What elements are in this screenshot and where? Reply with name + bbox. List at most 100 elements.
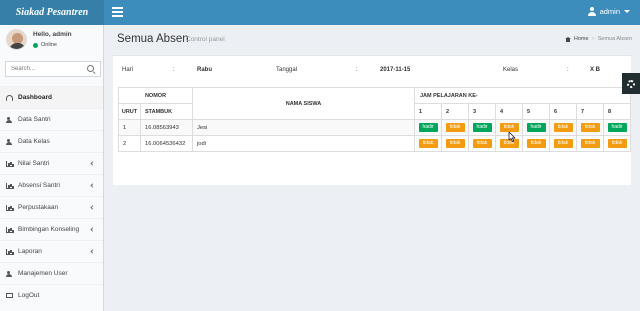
sidebar-item-data-kelas[interactable]: Data Kelas xyxy=(0,130,103,152)
sidebar-item-manajemen-user[interactable]: Manajemen User xyxy=(0,262,103,284)
jam-number-header: 5 xyxy=(522,103,550,120)
sidebar-item-bimbingan-konseling[interactable]: Bimbingan Konseling xyxy=(0,218,103,240)
status-cell: tidak xyxy=(549,135,577,152)
online-status-icon xyxy=(33,42,38,48)
status-cell: hadir xyxy=(468,119,496,136)
status-badge[interactable]: tidak xyxy=(418,139,438,148)
status-badge[interactable]: hadir xyxy=(526,123,546,132)
tanggal-value: 2017-11-15 xyxy=(380,67,411,73)
colon: : xyxy=(567,67,569,73)
jam-number-header: 2 xyxy=(441,103,469,120)
breadcrumb-separator: > xyxy=(591,36,595,42)
status-badge[interactable]: tidak xyxy=(580,123,600,132)
kelas-value: X B xyxy=(590,67,601,73)
status-label: Online xyxy=(41,42,57,48)
sidebar: Hello, admin Online Dashboard Data Santr… xyxy=(0,25,104,311)
sidebar-item-label: Dashboard xyxy=(18,94,52,101)
colon: : xyxy=(356,67,358,73)
nama-siswa-cell: jodi xyxy=(192,135,415,152)
sidebar-item-label: Nilai Santri xyxy=(18,160,50,167)
user-menu[interactable]: admin xyxy=(587,7,630,16)
urut-cell: 1 xyxy=(118,119,141,136)
stambuk-header: STAMBUK xyxy=(140,103,193,120)
nomor-header: NOMOR xyxy=(118,87,193,104)
status-cell: tidak xyxy=(441,135,469,152)
sidebar-item-label: Laporan xyxy=(18,248,42,255)
user-status: Online xyxy=(33,42,57,48)
user-icon xyxy=(587,7,596,16)
stambuk-cell: 16.08563943 xyxy=(140,119,193,136)
jam-number-header: 6 xyxy=(549,103,577,120)
absen-table: NOMOR NAMA SISWA JAM PELAJARAN KE- URUT … xyxy=(118,87,631,152)
status-badge[interactable]: tidak xyxy=(472,139,492,148)
user-name: Hello, admin xyxy=(33,31,72,38)
status-badge[interactable]: hadir xyxy=(418,123,438,132)
chevron-left-icon xyxy=(90,205,95,210)
sidebar-menu: Dashboard Data Santri Data Kelas Nilai S… xyxy=(0,86,103,306)
search-input[interactable] xyxy=(6,62,82,76)
bar-chart-icon xyxy=(6,182,13,189)
status-badge[interactable]: hadir xyxy=(472,123,492,132)
status-badge[interactable]: tidak xyxy=(580,139,600,148)
status-cell: tidak xyxy=(549,119,577,136)
tanggal-label: Tanggal xyxy=(276,67,298,73)
gear-icon xyxy=(627,79,635,88)
sidebar-item-logout[interactable]: LogOut xyxy=(0,284,103,306)
bar-chart-icon xyxy=(6,160,13,167)
jam-number-header: 7 xyxy=(576,103,604,120)
status-cell: hadir xyxy=(522,119,550,136)
breadcrumb-current: Semua Absen xyxy=(597,36,632,42)
status-cell: tidak xyxy=(468,135,496,152)
status-badge[interactable]: tidak xyxy=(526,139,546,148)
sidebar-item-dashboard[interactable]: Dashboard xyxy=(0,86,103,108)
sidebar-item-data-santri[interactable]: Data Santri xyxy=(0,108,103,130)
sidebar-item-label: Perpustakaan xyxy=(18,204,59,211)
sidebar-toggle-icon[interactable] xyxy=(112,7,123,17)
status-cell: tidak xyxy=(576,135,604,152)
bar-chart-icon xyxy=(6,204,13,211)
urut-cell: 2 xyxy=(118,135,141,152)
status-badge[interactable]: hadir xyxy=(607,123,627,132)
sidebar-item-laporan[interactable]: Laporan xyxy=(0,240,103,262)
page-title: Semua Absen xyxy=(117,33,189,45)
sidebar-item-absensi-santri[interactable]: Absensi Santri xyxy=(0,174,103,196)
jam-number-header: 1 xyxy=(414,103,442,120)
user-menu-label: admin xyxy=(599,7,620,16)
sidebar-item-label: Data Santri xyxy=(18,116,51,123)
page-subtitle: Control panel xyxy=(186,36,225,43)
top-navbar: admin xyxy=(104,0,640,25)
hari-value: Rabu xyxy=(197,67,212,73)
stambuk-cell: 16.0064536432 xyxy=(140,135,193,152)
sidebar-item-label: Manajemen User xyxy=(18,270,68,277)
jam-number-header: 8 xyxy=(603,103,631,120)
control-sidebar-toggle[interactable] xyxy=(622,73,640,94)
breadcrumb: Home > Semua Absen xyxy=(564,36,632,42)
jam-number-header: 4 xyxy=(495,103,523,120)
sidebar-item-nilai-santri[interactable]: Nilai Santri xyxy=(0,152,103,174)
chevron-left-icon xyxy=(90,227,95,232)
sidebar-item-perpustakaan[interactable]: Perpustakaan xyxy=(0,196,103,218)
status-badge[interactable]: tidak xyxy=(445,123,465,132)
brand-logo[interactable]: Siakad Pesantren xyxy=(0,0,104,25)
colon: : xyxy=(173,67,175,73)
table-row: 2 16.0064536432 jodi tidak tidak tidak tidak ti… xyxy=(118,135,631,152)
status-badge[interactable]: tidak xyxy=(607,139,627,148)
nama-siswa-header: NAMA SISWA xyxy=(192,87,415,120)
home-icon xyxy=(564,36,571,42)
info-row: Hari : Rabu Tanggal : 2017-11-15 Kelas :… xyxy=(113,67,631,77)
status-cell: tidak xyxy=(576,119,604,136)
status-badge[interactable]: tidak xyxy=(553,123,573,132)
search-icon[interactable] xyxy=(87,65,96,74)
status-badge[interactable]: tidak xyxy=(553,139,573,148)
bar-chart-icon xyxy=(6,226,13,233)
sidebar-item-label: Data Kelas xyxy=(18,138,50,145)
mouse-cursor-icon xyxy=(508,132,516,142)
breadcrumb-home-link[interactable]: Home xyxy=(574,36,589,42)
absen-box: Hari : Rabu Tanggal : 2017-11-15 Kelas :… xyxy=(113,55,631,185)
user-panel: Hello, admin Online xyxy=(0,25,103,57)
jam-pelajaran-header: JAM PELAJARAN KE- xyxy=(414,87,631,104)
status-badge[interactable]: tidak xyxy=(499,123,519,132)
status-badge[interactable]: tidak xyxy=(445,139,465,148)
status-cell: hadir xyxy=(414,119,442,136)
users-icon xyxy=(6,138,13,145)
